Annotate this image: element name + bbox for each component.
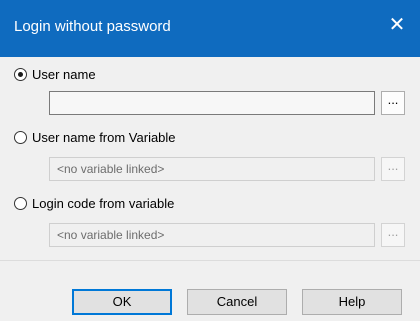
cancel-button[interactable]: Cancel (187, 289, 287, 315)
dialog-body: User name ... User name from Variable <n… (0, 57, 420, 260)
radio-checked-icon (14, 68, 27, 81)
radio-unchecked-icon (14, 197, 27, 210)
help-button[interactable]: Help (302, 289, 402, 315)
radio-user-name[interactable]: User name (14, 67, 96, 82)
user-name-variable-browse-button: ... (381, 157, 405, 181)
user-name-field[interactable] (49, 91, 375, 115)
user-name-browse-button[interactable]: ... (381, 91, 405, 115)
close-icon[interactable]: ✕ (386, 14, 408, 36)
login-code-variable-field: <no variable linked> (49, 223, 375, 247)
radio-user-name-from-variable[interactable]: User name from Variable (14, 130, 176, 145)
radio-label-user-name-from-variable: User name from Variable (32, 130, 176, 145)
radio-label-user-name: User name (32, 67, 96, 82)
login-code-variable-browse-button: ... (381, 223, 405, 247)
dialog-title: Login without password (14, 18, 171, 35)
title-bar: Login without password ✕ (0, 0, 420, 57)
radio-unchecked-icon (14, 131, 27, 144)
button-bar: OK Cancel Help (0, 260, 420, 321)
ok-button[interactable]: OK (72, 289, 172, 315)
user-name-variable-field: <no variable linked> (49, 157, 375, 181)
radio-label-login-code-from-variable: Login code from variable (32, 196, 175, 211)
radio-login-code-from-variable[interactable]: Login code from variable (14, 196, 174, 211)
